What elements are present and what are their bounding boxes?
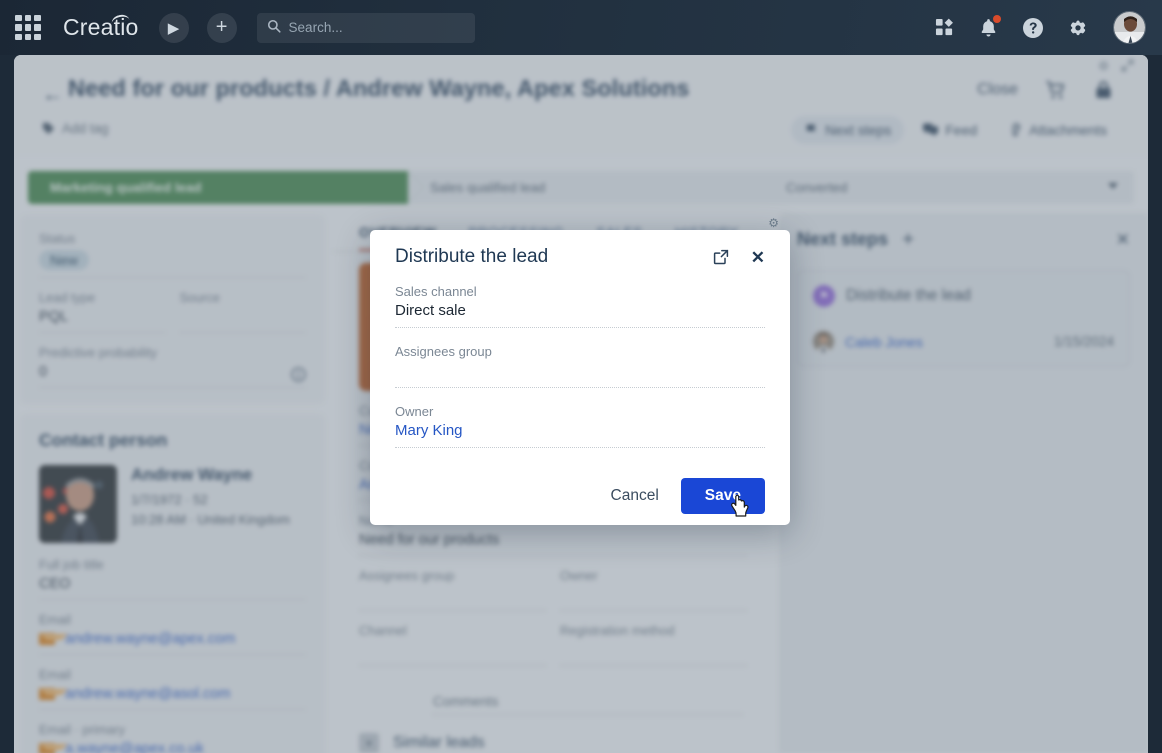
close-icon[interactable]: ✕ <box>751 249 765 266</box>
dialog-field-owner-value[interactable]: Mary King <box>395 422 765 441</box>
settings-gear-icon[interactable] <box>1068 18 1088 38</box>
dialog-field-owner[interactable]: Owner Mary King <box>395 404 765 448</box>
dialog-field-sales-channel-value[interactable]: Direct sale <box>395 302 765 321</box>
dashboard-icon[interactable] <box>935 18 954 37</box>
dialog-field-assignees-group-value[interactable] <box>395 362 765 381</box>
dialog-field-assignees-group-label: Assignees group <box>395 344 765 359</box>
cancel-button[interactable]: Cancel <box>611 487 659 505</box>
plus-icon[interactable]: + <box>207 13 237 43</box>
search-input-wrapper[interactable] <box>257 13 475 43</box>
save-button[interactable]: Save <box>681 478 765 514</box>
notifications-bell-icon[interactable] <box>979 18 998 38</box>
brand-logo[interactable]: Creatio <box>63 14 139 41</box>
dialog-header: Distribute the lead ✕ <box>395 246 765 268</box>
dialog-field-sales-channel-label: Sales channel <box>395 284 765 299</box>
dialog-field-sales-channel[interactable]: Sales channel Direct sale <box>395 284 765 328</box>
avatar[interactable] <box>1113 11 1146 44</box>
gear-icon[interactable]: ⚙ <box>768 216 779 230</box>
dialog-field-owner-label: Owner <box>395 404 765 419</box>
dialog-field-assignees-group[interactable]: Assignees group <box>395 344 765 388</box>
nav-right-icons <box>935 11 1162 44</box>
notification-badge <box>993 15 1001 23</box>
apps-grid-icon[interactable] <box>15 15 41 41</box>
help-question-icon[interactable] <box>1023 18 1043 38</box>
distribute-the-lead-dialog: ⚙ Distribute the lead ✕ Sales channel Di… <box>370 230 790 525</box>
dialog-title: Distribute the lead <box>395 246 548 268</box>
play-icon[interactable]: ▶ <box>159 13 189 43</box>
search-input[interactable] <box>289 20 465 35</box>
open-external-icon[interactable] <box>713 249 729 265</box>
top-navigation-bar: Creatio ▶ + <box>0 0 1162 55</box>
search-icon <box>267 19 281 36</box>
dialog-actions: Cancel Save <box>395 478 765 514</box>
